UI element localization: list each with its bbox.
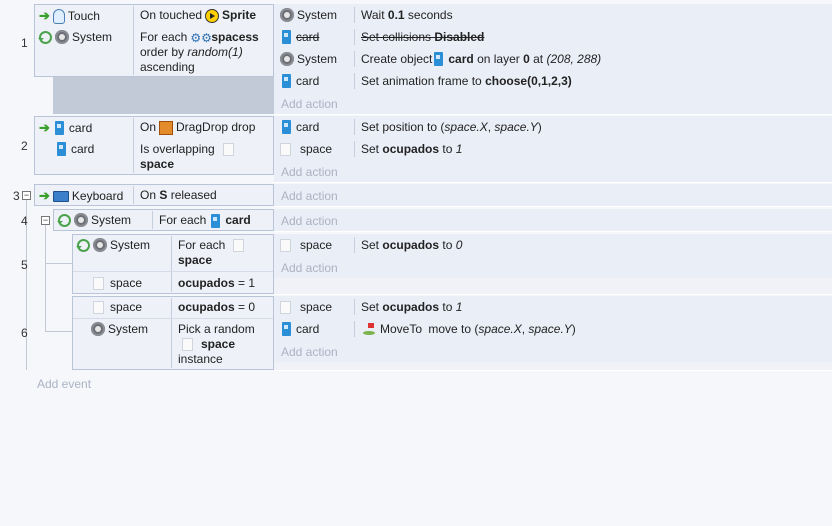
space-sprite-icon (93, 276, 104, 290)
condition-touch[interactable]: ➔ Touch On touched Sprite (39, 8, 256, 24)
system-gear-icon (280, 52, 294, 66)
space-sprite-icon (233, 239, 245, 252)
space-sprite-icon (280, 238, 291, 252)
system-gear-icon (93, 238, 107, 252)
add-action-link[interactable]: Add action (281, 345, 338, 359)
condition-compare-ocupados[interactable]: space ocupados = 0 (77, 300, 255, 315)
card-icon (434, 52, 444, 66)
system-gear-icon (91, 322, 105, 336)
condition-is-overlapping[interactable]: card Is overlapping space (39, 142, 234, 172)
action-row[interactable]: space Set ocupados to 0 (274, 234, 832, 257)
card-icon (57, 142, 66, 156)
condition-for-each-card[interactable]: System For each card (57, 213, 251, 228)
system-gear-icon (74, 213, 88, 227)
condition-pick-random[interactable]: System Pick a random space instance (77, 322, 255, 367)
condition-key-released[interactable]: ➔ Keyboard On S released (39, 188, 217, 204)
condition-for-each-space[interactable]: System For each space (76, 238, 245, 268)
condition-dragdrop-drop[interactable]: ➔ card On DragDrop drop (39, 120, 255, 136)
trigger-arrow-icon: ➔ (39, 188, 50, 203)
touch-icon (52, 8, 65, 24)
dragdrop-icon (159, 120, 174, 135)
add-action-link[interactable]: Add action (281, 214, 338, 228)
action-row[interactable]: System Create object card on layer 0 at (… (274, 48, 832, 71)
moveto-behavior-icon (361, 322, 377, 336)
add-event-link[interactable]: Add event (37, 377, 91, 391)
card-icon (54, 121, 64, 135)
sprite-icon (205, 8, 220, 23)
condition-compare-ocupados[interactable]: space ocupados = 1 (77, 276, 255, 291)
event-number: 4 (21, 214, 28, 228)
spacess-family-icon: ⚙⚙ (190, 30, 212, 45)
space-sprite-icon (222, 143, 234, 156)
trigger-arrow-icon: ➔ (39, 120, 50, 135)
event-number: 6 (21, 326, 28, 340)
action-row[interactable]: card MoveTo move to (space.X, space.Y) (274, 318, 832, 341)
add-action-link[interactable]: Add action (281, 165, 338, 179)
action-row[interactable]: card Set animation frame to choose(0,1,2,… (274, 70, 832, 93)
action-row-disabled[interactable]: card Set collisions Disabled (274, 26, 832, 49)
action-row[interactable]: space Set ocupados to 1 (274, 138, 832, 161)
card-icon (282, 120, 291, 134)
add-action-link[interactable]: Add action (281, 189, 338, 203)
condition-for-each-ordered[interactable]: System For each ⚙⚙ spacess order by random… (38, 30, 259, 75)
action-row[interactable]: card Set position to (space.X, space.Y) (274, 116, 832, 139)
event-number: 1 (21, 36, 28, 50)
trigger-arrow-icon: ➔ (39, 8, 50, 23)
keyboard-icon (52, 190, 69, 202)
action-row[interactable]: space Set ocupados to 1 (274, 296, 832, 319)
space-sprite-icon (93, 300, 104, 314)
event-number: 2 (21, 139, 28, 153)
collapse-toggle[interactable]: − (41, 216, 50, 225)
card-icon (282, 30, 291, 44)
loop-icon (57, 213, 71, 227)
system-gear-icon (280, 8, 294, 22)
space-sprite-icon (280, 142, 291, 156)
space-sprite-icon (280, 300, 291, 314)
loop-icon (38, 30, 52, 44)
event-number: 5 (21, 258, 28, 272)
card-icon (211, 213, 221, 228)
add-action-link[interactable]: Add action (281, 97, 338, 111)
card-icon (282, 74, 291, 88)
event-number: 3 (13, 189, 20, 203)
collapse-toggle[interactable]: − (22, 191, 31, 200)
action-row[interactable]: System Wait 0.1 seconds (274, 4, 832, 27)
system-gear-icon (55, 30, 69, 44)
space-sprite-icon (182, 338, 193, 351)
add-action-link[interactable]: Add action (281, 261, 338, 275)
loop-icon (76, 238, 90, 252)
card-icon (282, 322, 291, 336)
